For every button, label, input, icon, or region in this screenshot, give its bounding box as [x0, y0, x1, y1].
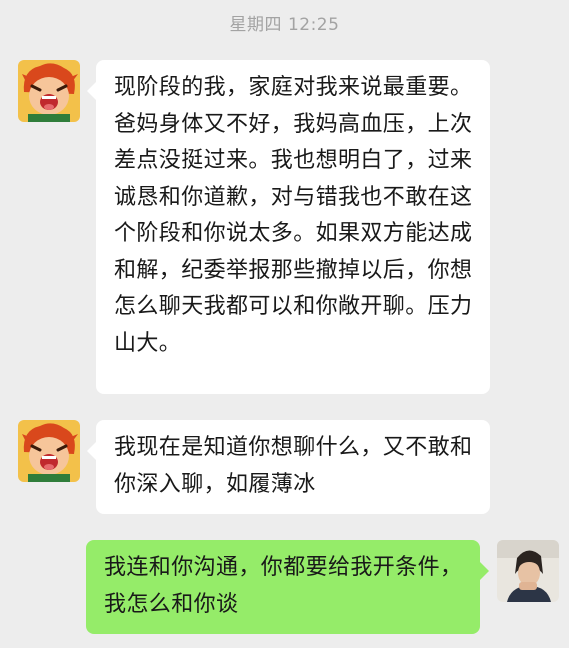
bubble-tail [87, 82, 96, 100]
message-text: 我连和你沟通，你都要给我开条件，我怎么和你谈 [104, 555, 463, 617]
message-text: 现阶段的我，家庭对我来说最重要。爸妈身体又不好，我妈高血压，上次差点没挺过来。我… [114, 75, 473, 356]
message-timestamp: 星期四 12:25 [229, 15, 340, 35]
incoming-message-bubble[interactable]: 现阶段的我，家庭对我来说最重要。爸妈身体又不好，我妈高血压，上次差点没挺过来。我… [87, 60, 490, 394]
outgoing-message-bubble[interactable]: 我连和你沟通，你都要给我开条件，我怎么和你谈 [86, 540, 489, 634]
user-avatar[interactable] [497, 540, 559, 602]
message-text: 我现在是知道你想聊什么，又不敢和你深入聊，如履薄冰 [114, 435, 473, 497]
contact-avatar-icon[interactable] [18, 420, 80, 482]
bubble-tail [480, 562, 489, 580]
contact-avatar-icon[interactable] [18, 60, 80, 122]
incoming-message-bubble[interactable]: 我现在是知道你想聊什么，又不敢和你深入聊，如履薄冰 [87, 420, 490, 514]
bubble-tail [87, 442, 96, 460]
